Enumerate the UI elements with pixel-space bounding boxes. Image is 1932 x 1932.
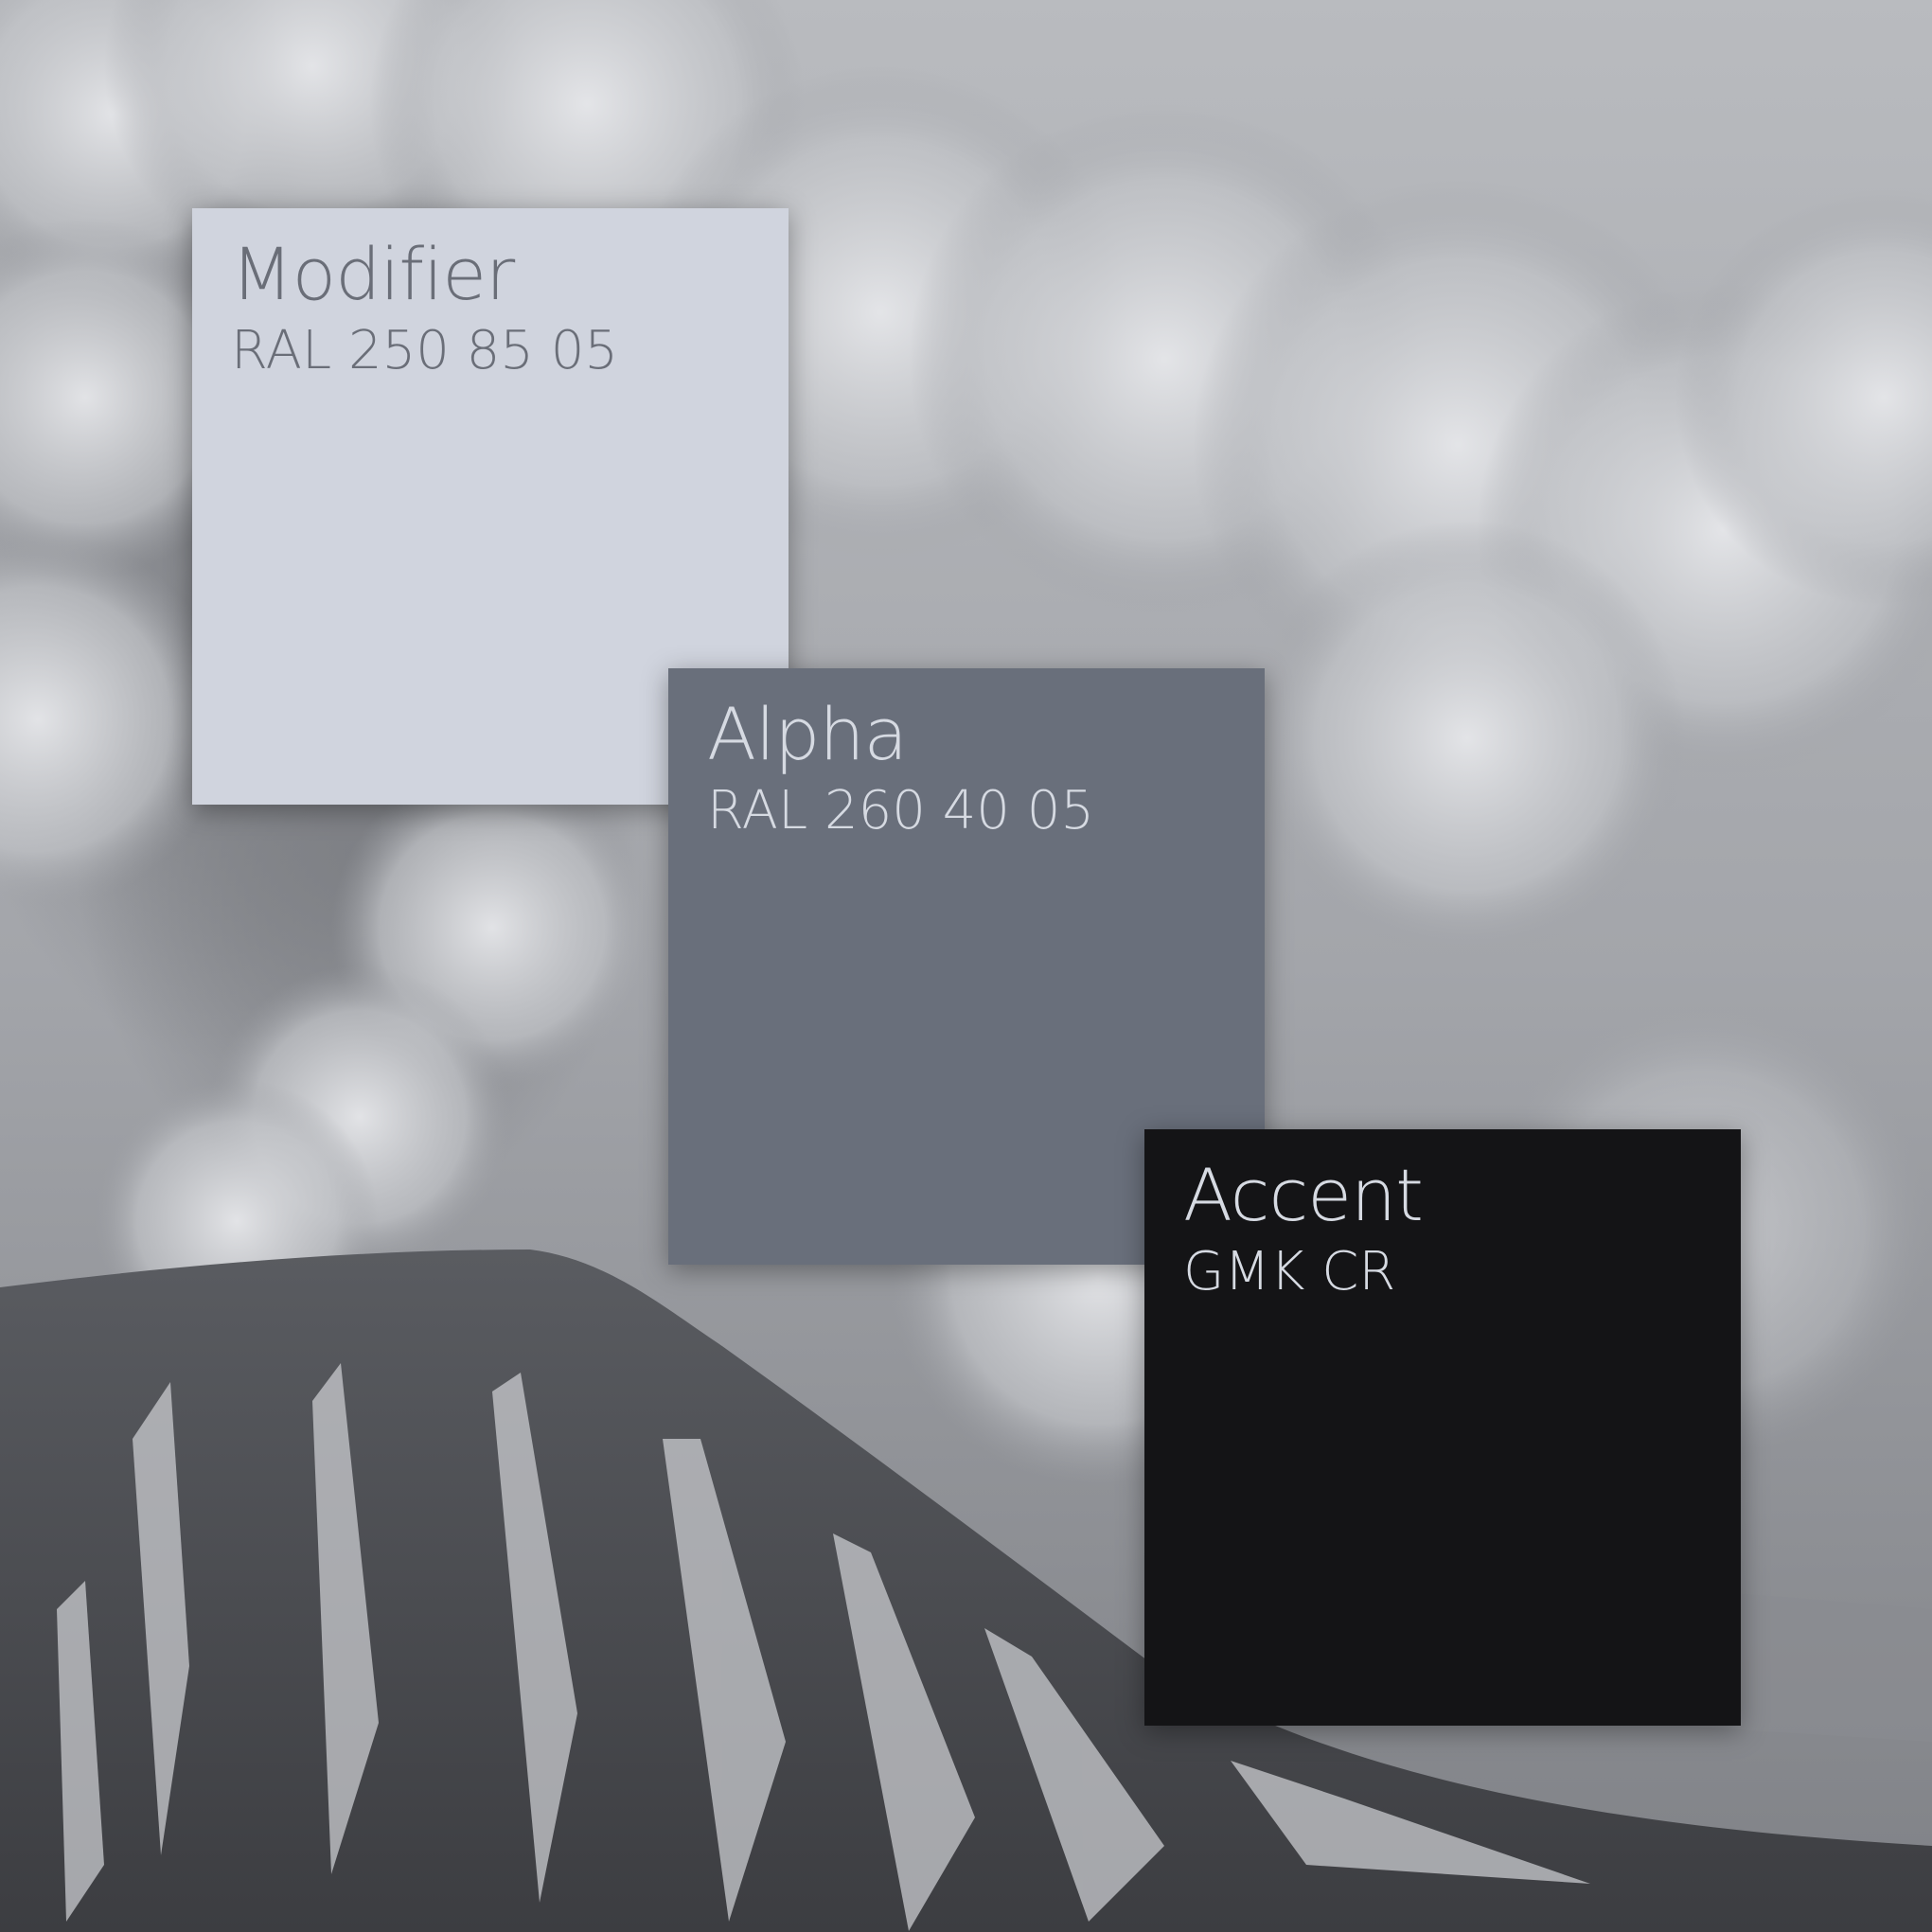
swatch-code: RAL 260 40 05 (707, 780, 1094, 842)
swatch-name: Alpha (707, 692, 908, 776)
swatch-accent: Accent GMK CR (1144, 1129, 1741, 1726)
swatch-code: RAL 250 85 05 (231, 320, 618, 381)
swatch-code: GMK CR (1183, 1241, 1396, 1303)
color-palette-card: Modifier RAL 250 85 05 Alpha RAL 260 40 … (0, 0, 1932, 1932)
swatch-name: Accent (1183, 1153, 1424, 1237)
swatch-name: Modifier (231, 232, 515, 316)
